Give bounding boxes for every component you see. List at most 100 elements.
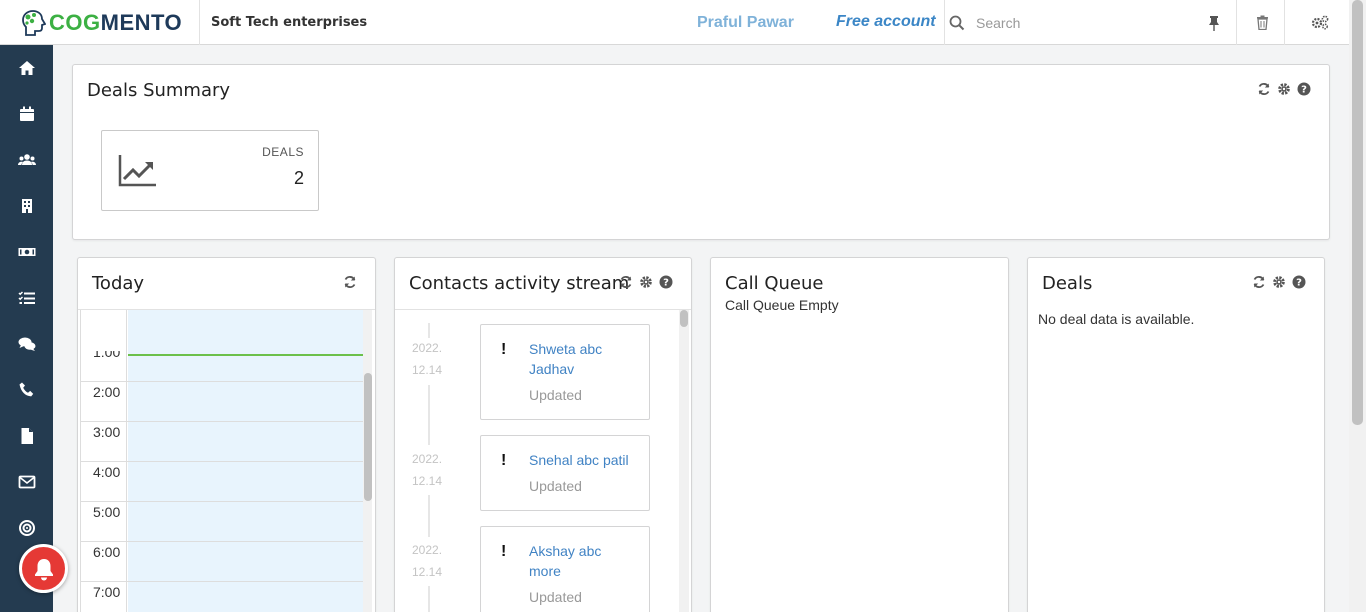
activity-date: 2022. 12.14 xyxy=(412,341,443,377)
activity-scrollbar[interactable] xyxy=(679,310,689,612)
timeline-line xyxy=(428,385,430,445)
svg-text:?: ? xyxy=(663,278,669,289)
cases-chat-icon xyxy=(18,337,35,351)
trash-button[interactable] xyxy=(1240,0,1284,45)
deals-count-tile[interactable]: DEALS 2 xyxy=(101,130,319,211)
timeline-line xyxy=(428,586,430,612)
header-divider xyxy=(1284,0,1285,45)
deals-tile-label: DEALS xyxy=(262,145,304,159)
logo-head-icon xyxy=(22,10,46,36)
time-label: 2:00 xyxy=(93,384,121,400)
activity-status: Updated xyxy=(529,589,582,605)
deals-summary-title: Deals Summary xyxy=(87,80,231,101)
gear-icon[interactable] xyxy=(1272,275,1286,289)
top-bar: COGMENTO Soft Tech enterprises Praful Pa… xyxy=(0,0,1366,45)
sidebar-item-home[interactable] xyxy=(0,45,53,91)
hour-line xyxy=(81,461,363,462)
trash-icon xyxy=(1256,15,1268,30)
time-label: 7:00 xyxy=(93,584,121,600)
line-chart-icon xyxy=(118,155,156,187)
contact-link[interactable]: Akshay abc more xyxy=(529,541,619,581)
hour-line xyxy=(81,501,363,502)
sidebar-item-companies[interactable] xyxy=(0,183,53,229)
deals-summary-tools: ? xyxy=(1257,82,1311,96)
timeline-line xyxy=(428,495,430,537)
activity-item[interactable]: ! Shweta abc Jadhav Updated xyxy=(480,324,650,420)
activity-date: 2022. 12.14 xyxy=(412,543,443,579)
sidebar-item-email[interactable] xyxy=(0,459,53,505)
help-icon[interactable]: ? xyxy=(1292,275,1306,289)
timeline-line xyxy=(428,323,430,338)
day-calendar[interactable]: 1:00 2:00 3:00 4:00 5:00 6:00 7:00 xyxy=(80,310,372,612)
search-box[interactable] xyxy=(944,0,1194,45)
scrollbar-thumb[interactable] xyxy=(680,310,688,327)
contacts-icon xyxy=(17,154,36,165)
header-divider xyxy=(1236,0,1237,45)
time-label: 6:00 xyxy=(93,544,121,560)
activity-stream-title: Contacts activity stream xyxy=(409,273,630,294)
home-icon xyxy=(18,61,35,75)
deals-empty: No deal data is available. xyxy=(1038,311,1195,327)
documents-icon xyxy=(21,428,33,444)
activity-tools: ? xyxy=(619,275,673,289)
sidebar-item-documents[interactable] xyxy=(0,413,53,459)
deals-tools: ? xyxy=(1252,275,1306,289)
alert-icon: ! xyxy=(501,452,507,469)
calendar-scrollbar[interactable] xyxy=(363,310,372,612)
hour-line xyxy=(81,381,363,382)
deals-money-icon xyxy=(18,248,35,256)
refresh-icon[interactable] xyxy=(619,275,633,289)
refresh-icon[interactable] xyxy=(1257,82,1271,96)
company-name: Soft Tech enterprises xyxy=(211,15,368,30)
cogmento-logo[interactable]: COGMENTO xyxy=(20,8,182,38)
bell-icon xyxy=(34,558,53,580)
deals-tile-value: 2 xyxy=(293,168,304,188)
help-icon[interactable]: ? xyxy=(1297,82,1311,96)
call-queue-title: Call Queue xyxy=(725,273,824,294)
companies-icon xyxy=(21,199,32,213)
sidebar-item-cases[interactable] xyxy=(0,321,53,367)
gears-icon xyxy=(1311,15,1329,30)
scrollbar-thumb[interactable] xyxy=(1352,0,1363,425)
contact-link[interactable]: Snehal abc patil xyxy=(529,450,644,470)
logo-text: COGMENTO xyxy=(49,10,183,35)
sidebar-item-contacts[interactable] xyxy=(0,137,53,183)
activity-item[interactable]: ! Akshay abc more Updated xyxy=(480,526,650,612)
refresh-icon[interactable] xyxy=(1252,275,1266,289)
calls-phone-icon xyxy=(19,382,33,397)
refresh-icon[interactable] xyxy=(343,275,357,289)
notification-bell-button[interactable] xyxy=(19,544,68,593)
settings-button[interactable] xyxy=(1298,0,1342,45)
today-title: Today xyxy=(92,273,145,294)
activity-item[interactable]: ! Snehal abc patil Updated xyxy=(480,435,650,511)
gear-icon[interactable] xyxy=(639,275,653,289)
search-input[interactable] xyxy=(976,14,1176,31)
time-label: 4:00 xyxy=(93,464,121,480)
today-tools xyxy=(343,275,357,289)
page-scrollbar[interactable] xyxy=(1349,0,1366,612)
activity-stream-list: 2022. 12.14 ! Shweta abc Jadhav Updated 2… xyxy=(396,310,690,612)
hour-line xyxy=(81,541,363,542)
svg-text:?: ? xyxy=(1301,85,1307,96)
call-queue-card: Call Queue Call Queue Empty xyxy=(710,257,1009,612)
deals-card: Deals ? No deal data is available. xyxy=(1027,257,1325,612)
sidebar-item-deals[interactable] xyxy=(0,229,53,275)
sidebar-item-calls[interactable] xyxy=(0,367,53,413)
sidebar-item-tasks[interactable] xyxy=(0,275,53,321)
scrollbar-thumb[interactable] xyxy=(364,373,372,501)
activity-status: Updated xyxy=(529,387,582,403)
account-type[interactable]: Free account xyxy=(836,13,936,31)
contact-link[interactable]: Shweta abc Jadhav xyxy=(529,339,639,379)
user-name[interactable]: Praful Pawar xyxy=(697,14,794,32)
header-divider xyxy=(199,0,200,45)
alert-icon: ! xyxy=(501,341,507,358)
svg-text:?: ? xyxy=(1296,278,1302,289)
help-icon[interactable]: ? xyxy=(659,275,673,289)
pin-button[interactable] xyxy=(1192,0,1236,45)
sidebar xyxy=(0,45,53,612)
activity-date: 2022. 12.14 xyxy=(412,452,443,488)
email-icon xyxy=(18,475,35,489)
gear-icon[interactable] xyxy=(1277,82,1291,96)
time-label: 5:00 xyxy=(93,504,121,520)
sidebar-item-calendar[interactable] xyxy=(0,91,53,137)
